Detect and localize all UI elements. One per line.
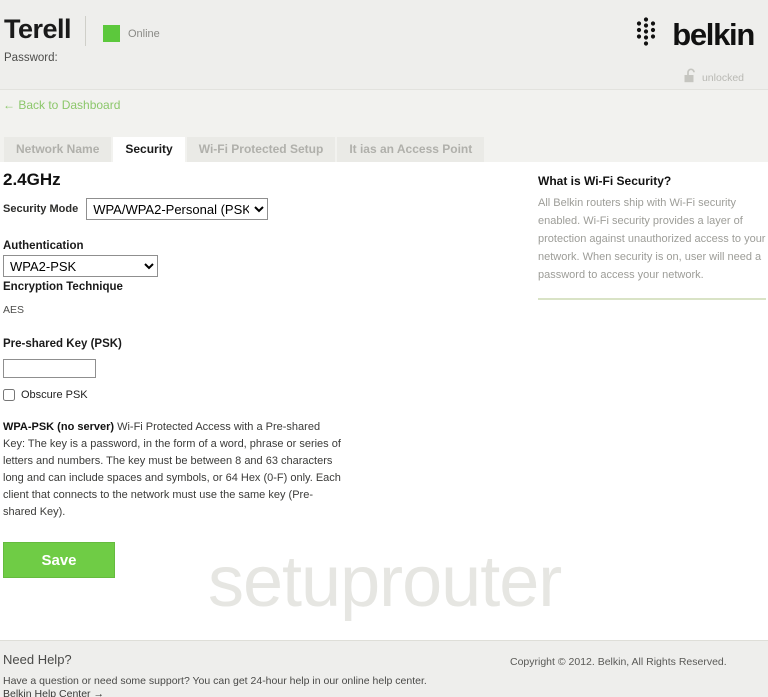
need-help-title: Need Help? (3, 652, 72, 667)
router-name: Terell (4, 14, 72, 44)
authentication-label: Authentication (3, 240, 84, 252)
tab-security[interactable]: Security (113, 137, 187, 162)
tab-access-point[interactable]: It ias an Access Point (337, 137, 487, 162)
info-panel: What is Wi-Fi Security? All Belkin route… (538, 174, 766, 300)
belkin-dots-icon (629, 16, 663, 53)
encryption-technique-label: Encryption Technique (3, 281, 123, 293)
security-mode-label: Security Mode (3, 203, 79, 215)
tab-wifi-protected-setup[interactable]: Wi-Fi Protected Setup (186, 137, 338, 162)
security-mode-select[interactable]: WPA/WPA2-Personal (PSK) (86, 198, 269, 220)
back-to-dashboard-link[interactable]: ← Back to Dashboard (3, 98, 120, 112)
psk-description-body: Wi-Fi Protected Access with a Pre-shared… (3, 421, 341, 519)
header-divider (85, 16, 86, 46)
encryption-technique-value: AES (3, 304, 25, 316)
obscure-psk-row: Obscure PSK (3, 389, 423, 401)
status-indicator-icon (103, 25, 120, 42)
info-panel-divider (538, 297, 766, 300)
authentication-select[interactable]: WPA2-PSK (3, 255, 158, 277)
info-panel-title: What is Wi-Fi Security? (538, 174, 672, 188)
router-admin-page: Terell Online Password: belkin unlocked … (0, 0, 768, 697)
page-footer: Need Help? Have a question or need some … (0, 640, 768, 697)
belkin-help-center-link[interactable]: Belkin Help Center → (3, 688, 104, 697)
tab-bar: Network Name Security Wi-Fi Protected Se… (0, 137, 768, 162)
band-title: 2.4GHz (3, 170, 61, 189)
subnav: ← Back to Dashboard (0, 90, 768, 137)
save-button[interactable]: Save (3, 542, 115, 579)
psk-description: WPA-PSK (no server) Wi-Fi Protected Acce… (3, 419, 343, 521)
tab-network-name[interactable]: Network Name (4, 137, 114, 162)
security-mode-row: Security Mode WPA/WPA2-Personal (PSK) (3, 198, 423, 220)
psk-block: Pre-shared Key (PSK) Obscure PSK (3, 338, 423, 401)
main-content: 2.4GHz Security Mode WPA/WPA2-Personal (… (0, 162, 768, 640)
lock-status: unlocked (684, 68, 744, 88)
password-label: Password: (4, 52, 58, 64)
lock-status-label: unlocked (701, 72, 744, 84)
connection-status: Online (103, 25, 160, 42)
psk-label: Pre-shared Key (PSK) (3, 338, 122, 350)
belkin-logo: belkin (629, 16, 755, 53)
security-form: 2.4GHz Security Mode WPA/WPA2-Personal (… (3, 170, 423, 579)
psk-input[interactable] (3, 359, 96, 378)
status-label: Online (128, 27, 160, 40)
copyright-text: Copyright © 2012. Belkin, All Rights Res… (510, 656, 727, 668)
belkin-wordmark: belkin (672, 17, 755, 52)
info-panel-body: All Belkin routers ship with Wi-Fi secur… (538, 197, 766, 281)
obscure-psk-checkbox[interactable] (3, 389, 15, 401)
obscure-psk-label: Obscure PSK (21, 389, 88, 401)
psk-description-title: WPA-PSK (no server) (3, 421, 115, 433)
authentication-block: Authentication WPA2-PSK Encryption Techn… (3, 240, 423, 316)
open-padlock-icon (684, 68, 697, 88)
page-header: Terell Online Password: belkin unlocked (0, 0, 768, 90)
